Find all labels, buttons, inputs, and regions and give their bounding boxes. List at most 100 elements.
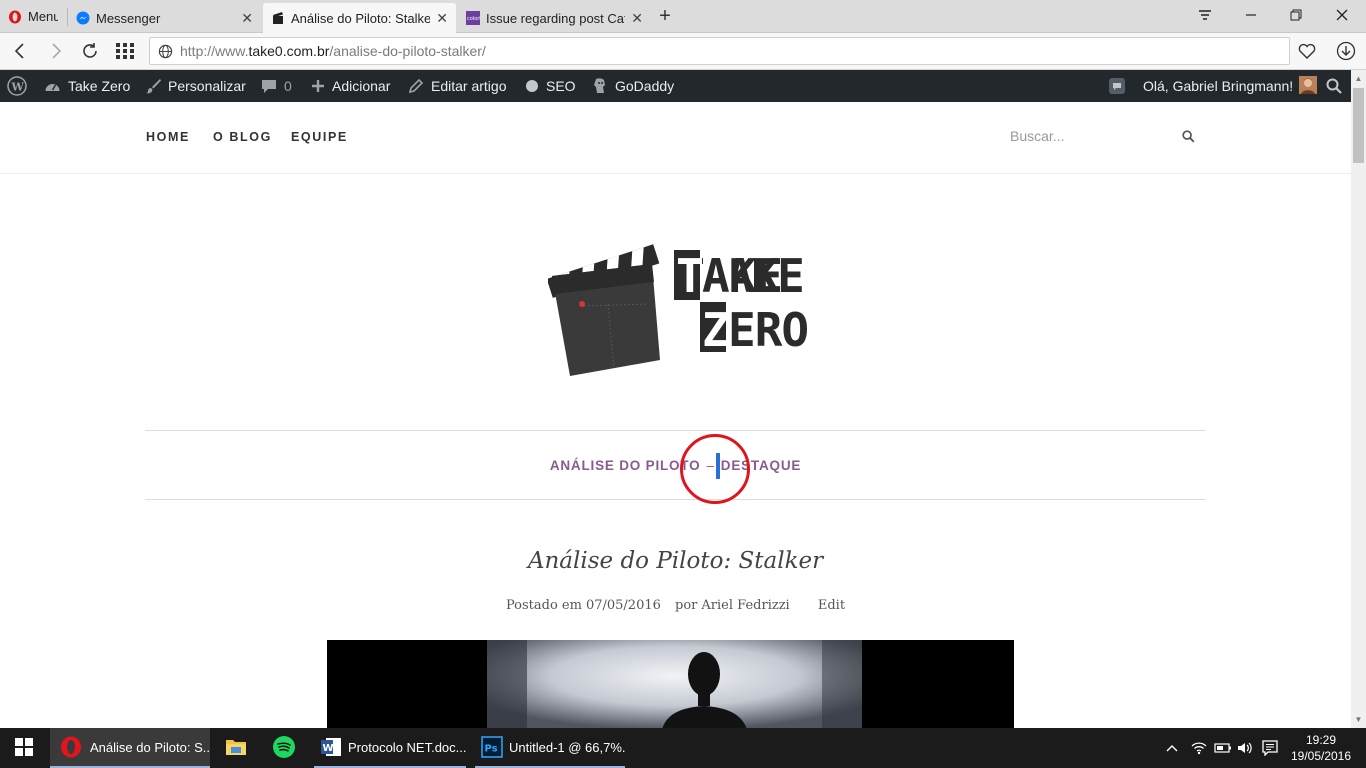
taskbar-item-word[interactable]: W Protocolo NET.doc... (314, 728, 466, 768)
file-explorer-icon (225, 738, 247, 759)
forward-arrow-icon[interactable] (42, 38, 70, 64)
category-link-analise[interactable]: ANÁLISE DO PILOTO (550, 458, 701, 473)
scroll-up-arrow-icon[interactable]: ▲ (1351, 71, 1366, 86)
scrollbar-thumb[interactable] (1353, 88, 1364, 163)
wp-greeting: Olá, Gabriel Bringmann! (1143, 78, 1294, 94)
clock-time: 19:29 (1305, 733, 1337, 747)
wp-add-new-menu[interactable]: Adicionar (311, 70, 390, 102)
close-tab-icon[interactable]: ✕ (631, 10, 643, 27)
svg-text:ERO: ERO (728, 303, 808, 357)
browser-tab-strip: Menu Messenger ✕ Análise do Piloto: Stal… (0, 0, 1366, 33)
taskbar-item-label: Untitled-1 @ 66,7%... (509, 739, 625, 755)
system-clock[interactable]: 19:29 19/05/2016 (1286, 732, 1356, 764)
volume-icon[interactable] (1237, 728, 1253, 768)
tab-issue-regarding[interactable]: colorlib Issue regarding post Categ ✕ (458, 3, 651, 33)
taskbar-item-file-explorer[interactable] (212, 728, 260, 768)
page-scrollbar[interactable] (1351, 70, 1366, 728)
plus-icon (311, 79, 325, 93)
taskbar-item-spotify[interactable] (260, 728, 308, 768)
wp-comments-count: 0 (284, 78, 292, 94)
url-domain: take0.com.br (248, 43, 330, 59)
tab-analise-do-piloto[interactable]: Análise do Piloto: Stalker – ✕ (263, 3, 456, 33)
nav-o-blog[interactable]: O BLOG (213, 130, 272, 144)
godaddy-icon (592, 77, 608, 95)
close-window-icon[interactable] (1319, 0, 1365, 30)
tab-messenger[interactable]: Messenger ✕ (68, 3, 261, 33)
search-icon[interactable] (1182, 130, 1195, 148)
taskbar-item-photoshop[interactable]: Ps Untitled-1 @ 66,7%... (475, 728, 625, 768)
wp-customize-link[interactable]: Personalizar (145, 70, 246, 102)
photoshop-icon: Ps (481, 736, 503, 758)
wp-site-name-menu[interactable]: Take Zero (44, 70, 130, 102)
tab-label: Messenger (96, 10, 161, 26)
post-date[interactable]: 07/05/2016 (586, 598, 661, 613)
battery-icon[interactable] (1214, 728, 1232, 768)
download-icon[interactable] (1332, 38, 1360, 64)
speed-dial-grid-icon[interactable] (111, 38, 139, 64)
svg-text:Ps: Ps (485, 744, 498, 755)
spotify-icon (272, 735, 296, 762)
notification-icon[interactable] (1108, 70, 1126, 102)
wp-edit-post-link[interactable]: Editar artigo (408, 70, 506, 102)
messenger-icon (76, 11, 90, 25)
windows-start-button[interactable] (0, 728, 48, 768)
tab-label: Issue regarding post Categ (486, 10, 625, 26)
heart-bookmark-icon[interactable] (1293, 38, 1321, 64)
seo-status-dot-icon (525, 79, 539, 93)
logo-letter-z: Z (702, 303, 730, 357)
clock-date: 19/05/2016 (1290, 749, 1352, 763)
wp-godaddy-label: GoDaddy (615, 78, 675, 94)
wp-search-icon[interactable] (1326, 70, 1342, 102)
close-tab-icon[interactable]: ✕ (241, 10, 253, 27)
wp-seo-menu[interactable]: SEO (525, 70, 576, 102)
reload-icon[interactable] (76, 38, 104, 64)
wp-edit-post-label: Editar artigo (431, 78, 507, 94)
opera-logo-icon (8, 10, 22, 24)
wp-godaddy-menu[interactable]: GoDaddy (592, 70, 674, 102)
url-prefix: http://www. (180, 43, 249, 59)
post-author[interactable]: Ariel Fedrizzi (701, 598, 789, 613)
back-arrow-icon[interactable] (6, 38, 34, 64)
site-search[interactable]: Buscar... (1008, 126, 1201, 150)
browser-navigation-bar: http://www.take0.com.br/analise-do-pilot… (0, 33, 1366, 70)
avatar (1299, 75, 1318, 97)
wifi-icon[interactable] (1191, 728, 1207, 768)
by-label: por (675, 598, 698, 613)
minimize-icon[interactable] (1228, 0, 1274, 30)
nav-equipe[interactable]: EQUIPE (291, 130, 348, 144)
opera-menu-label: Menu (28, 9, 58, 24)
wp-add-new-label: Adicionar (332, 78, 391, 94)
new-tab-button[interactable]: + (654, 4, 676, 28)
dashboard-gauge-icon (44, 79, 61, 93)
tray-overflow-chevron-icon[interactable] (1166, 728, 1178, 768)
search-input[interactable]: Buscar... (1010, 128, 1064, 144)
comment-bubble-icon (261, 79, 277, 94)
taskbar-item-opera[interactable]: Análise do Piloto: S... (50, 728, 210, 768)
tab-menu-icon[interactable] (1182, 0, 1228, 30)
opera-icon (60, 736, 82, 758)
colorlib-icon: colorlib (466, 11, 480, 25)
clapperboard-icon (271, 11, 285, 25)
wordpress-logo-icon[interactable]: W (7, 70, 27, 102)
opera-menu-button[interactable]: Menu (0, 0, 66, 33)
edit-post-link[interactable]: Edit (818, 598, 845, 613)
wp-account-menu[interactable]: Olá, Gabriel Bringmann! (1143, 70, 1318, 102)
featured-image (327, 640, 1014, 728)
scroll-down-arrow-icon[interactable]: ▼ (1351, 712, 1366, 727)
close-tab-icon[interactable]: ✕ (436, 10, 448, 27)
site-header-nav: HOME O BLOG EQUIPE Buscar... (0, 102, 1351, 174)
wp-seo-label: SEO (546, 78, 576, 94)
posted-on-label: Postado em (505, 598, 582, 613)
taskbar-item-label: Protocolo NET.doc... (348, 739, 466, 755)
pencil-icon (408, 78, 424, 94)
post-title: Análise do Piloto: Stalker (527, 548, 824, 574)
nav-home[interactable]: HOME (146, 130, 190, 144)
categories-line: ANÁLISE DO PILOTO – DESTAQUE (145, 458, 1206, 473)
take-zero-logo[interactable]: T TAKE AKE Z ERO (546, 220, 809, 380)
address-bar[interactable]: http://www.take0.com.br/analise-do-pilot… (149, 37, 1290, 65)
wp-comments-link[interactable]: 0 (261, 70, 292, 102)
url-path: /analise-do-piloto-stalker/ (329, 43, 486, 59)
restore-icon[interactable] (1273, 0, 1319, 30)
globe-icon (150, 44, 180, 59)
action-center-icon[interactable] (1262, 728, 1278, 768)
